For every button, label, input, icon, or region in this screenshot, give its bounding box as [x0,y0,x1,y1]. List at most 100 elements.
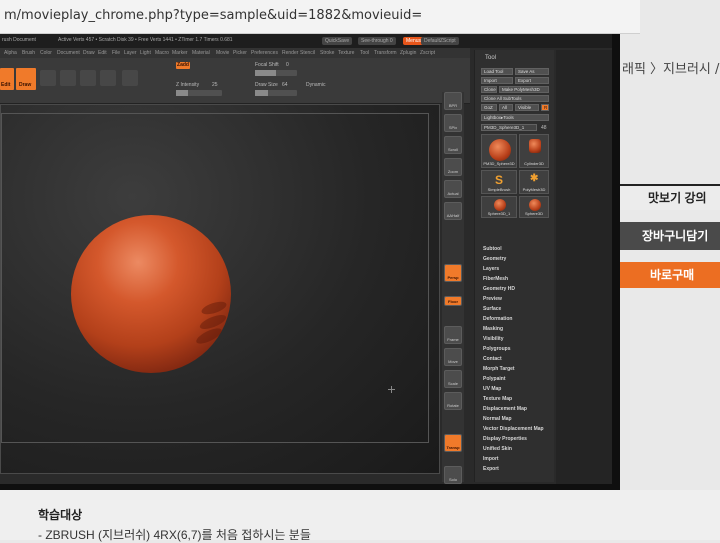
focal-shift-slider[interactable] [255,70,297,76]
menu-stencil[interactable]: Stencil [300,50,315,56]
quicksave-button[interactable]: QuickSave [322,37,353,45]
menu-movie[interactable]: Movie [216,50,229,56]
zoom-button[interactable]: Zoom [444,158,462,176]
rotate-button[interactable] [80,70,96,86]
menu-macro[interactable]: Macro [155,50,169,56]
menu-layer[interactable]: Layer [124,50,137,56]
menu-marker[interactable]: Marker [172,50,188,56]
viewport-canvas[interactable] [0,104,440,474]
current-tool-slider[interactable]: PM3D_Sphere3D_1 [481,124,537,131]
subpalette-normal-map[interactable]: Normal Map [483,416,512,422]
menu-file[interactable]: File [112,50,120,56]
material-swatch[interactable] [100,70,116,86]
subpalette-preview[interactable]: Preview [483,296,502,302]
scale-button[interactable] [60,70,76,86]
subpalette-contact[interactable]: Contact [483,356,502,362]
subpalette-subtool[interactable]: Subtool [483,246,502,252]
floor-button[interactable]: Floor [444,296,462,306]
add-to-cart-button[interactable]: 장바구니담기 [620,222,720,250]
transp-button[interactable]: Transp [444,434,462,452]
menu-material[interactable]: Material [192,50,210,56]
breadcrumb[interactable]: 래픽 〉지브러시 / 시 [622,58,720,77]
bpr-button[interactable]: BPR [444,92,462,110]
subpalette-import[interactable]: Import [483,456,499,462]
subpalette-polypaint[interactable]: Polypaint [483,376,506,382]
tool-thumb-polymesh3d[interactable]: ✱ PolyMesh3D [519,170,549,194]
export-button[interactable]: Export [515,77,549,84]
draw-button[interactable]: Draw [16,68,36,90]
subpalette-texture-map[interactable]: Texture Map [483,396,512,402]
menu-brush[interactable]: Brush [22,50,35,56]
lightbox-tools-button[interactable]: Lightbox▸Tools [481,114,549,121]
draw-size-slider[interactable] [255,90,297,96]
edit-button[interactable]: Edit [0,68,14,90]
goz-button[interactable]: GoZ [481,104,497,111]
url-text[interactable]: m/movieplay_chrome.php?type=sample&uid=1… [4,8,422,23]
subpalette-geometry[interactable]: Geometry [483,256,506,262]
zadd-button[interactable]: Zadd [176,62,190,69]
default-zscript-button[interactable]: DefaultZScript [421,37,459,45]
clone-button[interactable]: Clone [481,86,497,93]
menu-zplugin[interactable]: Zplugin [400,50,416,56]
subpalette-polygroups[interactable]: Polygroups [483,346,511,352]
move-button[interactable] [40,70,56,86]
menu-preferences[interactable]: Preferences [251,50,278,56]
persp-button[interactable]: Persp [444,264,462,282]
tool-thumb-pm3d-sphere3d[interactable]: PM3D_Sphere3D [481,134,517,168]
load-tool-button[interactable]: Load Tool [481,68,513,75]
menu-transform[interactable]: Transform [374,50,397,56]
rotate-view-button[interactable]: Rotate [444,392,462,410]
subpalette-surface[interactable]: Surface [483,306,501,312]
goz-all-button[interactable]: All [499,104,513,111]
tool-thumb-sphere3d-1[interactable]: Sphere3D_1 [481,196,517,218]
subpalette-visibility[interactable]: Visibility [483,336,503,342]
color-swatch[interactable] [122,70,138,86]
menu-texture[interactable]: Texture [338,50,354,56]
subpalette-vector-displacement-map[interactable]: Vector Displacement Map [483,426,544,432]
scale-view-button[interactable]: Scale [444,370,462,388]
menu-render[interactable]: Render [282,50,298,56]
menu-edit[interactable]: Edit [98,50,107,56]
subpalette-displacement-map[interactable]: Displacement Map [483,406,527,412]
actual-button[interactable]: Actual [444,180,462,198]
import-button[interactable]: Import [481,77,513,84]
menu-zscript[interactable]: Zscript [420,50,435,56]
menu-document[interactable]: Document [57,50,80,56]
sphere-model[interactable] [71,215,231,373]
move-view-button[interactable]: Move [444,348,462,366]
subpalette-geometry-hd[interactable]: Geometry HD [483,286,515,292]
subpalette-masking[interactable]: Masking [483,326,503,332]
subpalette-layers[interactable]: Layers [483,266,499,272]
menu-alpha[interactable]: Alpha [4,50,17,56]
menu-draw[interactable]: Draw [83,50,95,56]
clone-all-subtools-button[interactable]: Clone All SubTools [481,95,549,102]
subpalette-display-properties[interactable]: Display Properties [483,436,527,442]
menu-picker[interactable]: Picker [233,50,247,56]
tool-thumb-sphere3d[interactable]: Sphere3D [519,196,549,218]
menu-color[interactable]: Color [40,50,52,56]
scroll-button[interactable]: Scroll [444,136,462,154]
tray-scrollbar[interactable] [556,50,612,484]
subpalette-fibermesh[interactable]: FiberMesh [483,276,508,282]
preview-lecture-button[interactable]: 맛보기 강의 [620,184,720,210]
goz-visible-button[interactable]: Visible [515,104,539,111]
tool-thumb-simplebrush[interactable]: S SimpleBrush [481,170,517,194]
save-as-button[interactable]: Save As [515,68,549,75]
subpalette-deformation[interactable]: Deformation [483,316,512,322]
subpalette-export[interactable]: Export [483,466,499,472]
solo-button[interactable]: Solo [444,466,462,484]
aahalf-button[interactable]: AAHalf [444,202,462,220]
subpalette-unified-skin[interactable]: Unified Skin [483,446,512,452]
menu-tool[interactable]: Tool [360,50,369,56]
buy-now-button[interactable]: 바로구매 [620,262,720,288]
menu-stroke[interactable]: Stroke [320,50,334,56]
make-polymesh3d-button[interactable]: Make PolyMesh3D [499,86,549,93]
see-through-slider[interactable]: See-through 0 [358,37,396,45]
spix-button[interactable]: SPix [444,114,462,132]
z-intensity-slider[interactable] [176,90,222,96]
frame-button[interactable]: Frame [444,326,462,344]
goz-r-button[interactable]: R [541,104,549,111]
tool-thumb-cylinder3d[interactable]: Cylinder3D [519,134,549,168]
dynamic-toggle[interactable]: Dynamic [306,82,325,88]
menu-light[interactable]: Light [140,50,151,56]
